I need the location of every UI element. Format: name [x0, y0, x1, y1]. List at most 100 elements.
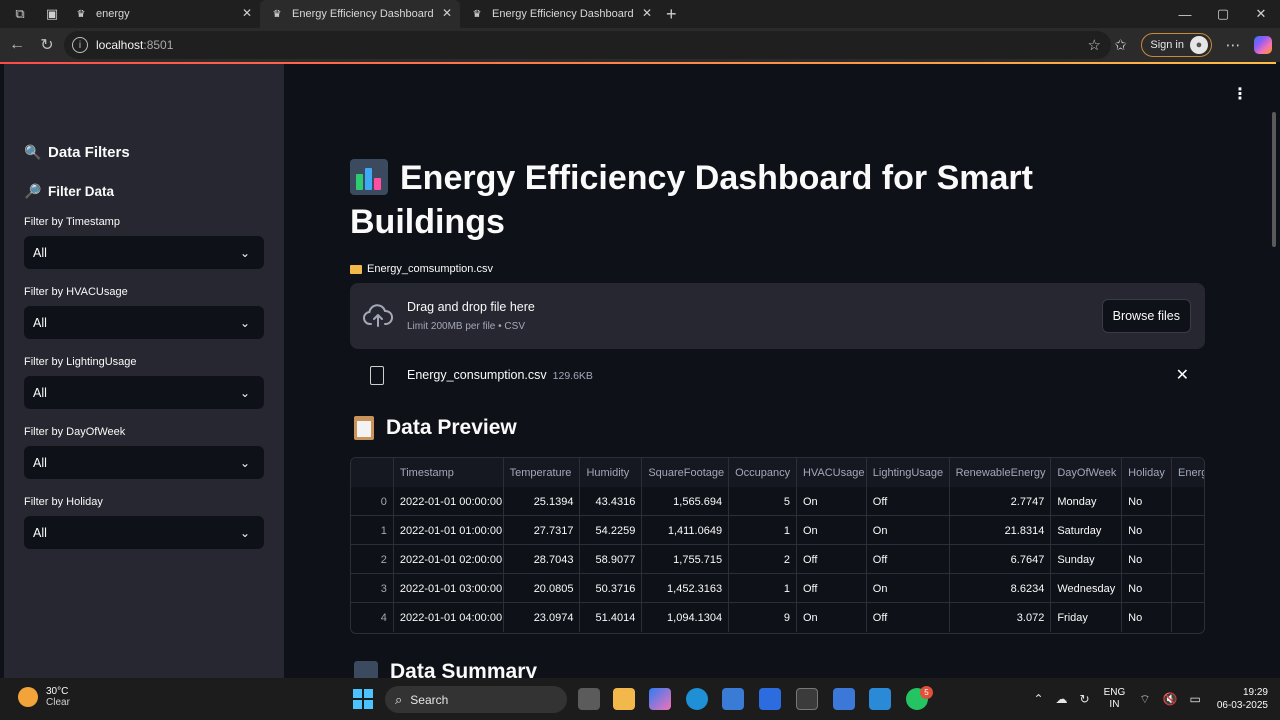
- filter-holiday-select[interactable]: All ⌄: [24, 516, 264, 549]
- maximize-icon[interactable]: ▢: [1204, 0, 1242, 28]
- terminal-icon[interactable]: [796, 688, 818, 710]
- close-tab-icon[interactable]: ✕: [442, 6, 452, 20]
- browser-tab-dashboard-active[interactable]: ♛ Energy Efficiency Dashboard ✕: [260, 0, 460, 28]
- column-header[interactable]: RenewableEnergy: [949, 458, 1052, 487]
- table-cell[interactable]: 2022-01-01 02:00:00: [394, 545, 504, 574]
- table-cell[interactable]: 1,094.1304: [642, 603, 730, 632]
- table-cell[interactable]: Off: [867, 545, 950, 574]
- data-preview-table[interactable]: Timestamp Temperature Humidity SquareFoo…: [350, 457, 1205, 634]
- table-cell[interactable]: On: [867, 516, 950, 545]
- sign-in-button[interactable]: Sign in ●: [1141, 33, 1212, 57]
- favorites-icon[interactable]: ✩: [1105, 36, 1135, 54]
- table-cell[interactable]: Off: [867, 603, 950, 632]
- table-cell[interactable]: 1: [729, 574, 797, 603]
- table-cell[interactable]: No: [1122, 487, 1173, 516]
- table-cell[interactable]: 5: [729, 487, 797, 516]
- column-header[interactable]: Occupancy: [729, 458, 797, 487]
- table-cell[interactable]: 21.8314: [950, 516, 1052, 545]
- tab-actions-icon[interactable]: ▣: [40, 2, 64, 26]
- main-menu-icon[interactable]: ⋮: [1232, 84, 1248, 104]
- table-cell[interactable]: 1,565.694: [642, 487, 730, 516]
- table-cell[interactable]: 1,452.3163: [642, 574, 730, 603]
- column-header[interactable]: Timestamp: [393, 458, 504, 487]
- table-cell[interactable]: Wednesday: [1051, 574, 1123, 603]
- column-header[interactable]: Holiday: [1122, 458, 1173, 487]
- column-header[interactable]: HVACUsage: [796, 458, 867, 487]
- table-cell[interactable]: 51.4014: [580, 603, 643, 632]
- table-cell[interactable]: 8.6234: [950, 574, 1052, 603]
- close-tab-icon[interactable]: ✕: [242, 6, 252, 20]
- back-icon[interactable]: ←: [2, 30, 32, 60]
- more-menu-icon[interactable]: ⋯: [1218, 36, 1248, 54]
- taskbar-search[interactable]: ⌕ Search: [385, 686, 567, 713]
- table-cell[interactable]: Saturday: [1051, 516, 1123, 545]
- microsoft-store-icon[interactable]: [722, 688, 744, 710]
- table-cell[interactable]: 43.4316: [580, 487, 643, 516]
- column-header[interactable]: Humidity: [580, 458, 643, 487]
- address-bar[interactable]: i localhost :8501 ☆: [64, 31, 1111, 59]
- table-cell[interactable]: 2.7747: [950, 487, 1052, 516]
- browser-tab-energy[interactable]: ♛ energy ✕: [64, 0, 260, 28]
- language-indicator[interactable]: ENG IN: [1104, 687, 1126, 711]
- table-cell[interactable]: 27.7317: [504, 516, 581, 545]
- workspaces-icon[interactable]: ⧉: [8, 2, 32, 26]
- new-tab-button[interactable]: +: [666, 4, 677, 25]
- filter-timestamp-select[interactable]: All ⌄: [24, 236, 264, 269]
- table-cell[interactable]: 28.7043: [504, 545, 581, 574]
- table-cell[interactable]: On: [797, 516, 867, 545]
- table-cell[interactable]: Friday: [1051, 603, 1123, 632]
- copilot-app-icon[interactable]: [649, 688, 671, 710]
- table-cell[interactable]: [1172, 574, 1204, 603]
- column-header[interactable]: Temperature: [503, 458, 581, 487]
- table-cell[interactable]: [1172, 545, 1204, 574]
- table-cell[interactable]: No: [1122, 603, 1173, 632]
- table-cell[interactable]: 3.072: [950, 603, 1052, 632]
- table-cell[interactable]: No: [1122, 574, 1173, 603]
- table-cell[interactable]: Off: [797, 574, 867, 603]
- vscode-icon[interactable]: [869, 688, 891, 710]
- column-header[interactable]: DayOfWeek: [1051, 458, 1123, 487]
- table-cell[interactable]: On: [867, 574, 950, 603]
- table-cell[interactable]: 58.9077: [580, 545, 643, 574]
- weather-widget[interactable]: 30°C Clear: [18, 686, 70, 708]
- dev-app-icon[interactable]: [833, 688, 855, 710]
- table-cell[interactable]: Monday: [1051, 487, 1123, 516]
- close-window-icon[interactable]: ✕: [1242, 0, 1280, 28]
- table-cell[interactable]: Off: [867, 487, 950, 516]
- table-cell[interactable]: Off: [797, 545, 867, 574]
- table-cell[interactable]: On: [797, 487, 867, 516]
- table-cell[interactable]: 2022-01-01 01:00:00: [394, 516, 504, 545]
- table-cell[interactable]: 2022-01-01 00:00:00: [394, 487, 504, 516]
- site-info-icon[interactable]: i: [72, 37, 88, 53]
- minimize-icon[interactable]: —: [1166, 0, 1204, 28]
- refresh-sync-icon[interactable]: ↻: [1080, 692, 1090, 706]
- edge-browser-icon[interactable]: [686, 688, 708, 710]
- browse-files-button[interactable]: Browse files: [1101, 299, 1191, 333]
- remove-file-icon[interactable]: ✕: [1176, 365, 1189, 385]
- close-tab-icon[interactable]: ✕: [642, 6, 652, 20]
- table-cell[interactable]: 50.3716: [580, 574, 643, 603]
- column-header-index[interactable]: [351, 458, 394, 487]
- table-cell[interactable]: 2: [729, 545, 797, 574]
- filter-hvacusage-select[interactable]: All ⌄: [24, 306, 264, 339]
- table-cell[interactable]: No: [1122, 516, 1173, 545]
- table-cell[interactable]: 25.1394: [504, 487, 581, 516]
- cloud-sync-icon[interactable]: ☁: [1056, 692, 1068, 706]
- table-cell[interactable]: 23.0974: [504, 603, 581, 632]
- file-explorer-icon[interactable]: [613, 688, 635, 710]
- table-cell[interactable]: No: [1122, 545, 1173, 574]
- table-cell[interactable]: 1: [729, 516, 797, 545]
- filter-lightingusage-select[interactable]: All ⌄: [24, 376, 264, 409]
- column-header[interactable]: LightingUsage: [866, 458, 950, 487]
- table-cell[interactable]: 1,755.715: [642, 545, 730, 574]
- table-cell[interactable]: 1,411.0649: [642, 516, 730, 545]
- dropbox-icon[interactable]: [759, 688, 781, 710]
- refresh-icon[interactable]: ↻: [32, 30, 62, 60]
- wifi-icon[interactable]: ⌔: [1139, 692, 1150, 707]
- table-cell[interactable]: On: [797, 603, 867, 632]
- table-cell[interactable]: [1172, 603, 1204, 632]
- table-cell[interactable]: [1172, 487, 1204, 516]
- copilot-icon[interactable]: [1254, 36, 1272, 54]
- filter-dayofweek-select[interactable]: All ⌄: [24, 446, 264, 479]
- battery-icon[interactable]: ▭: [1190, 692, 1201, 706]
